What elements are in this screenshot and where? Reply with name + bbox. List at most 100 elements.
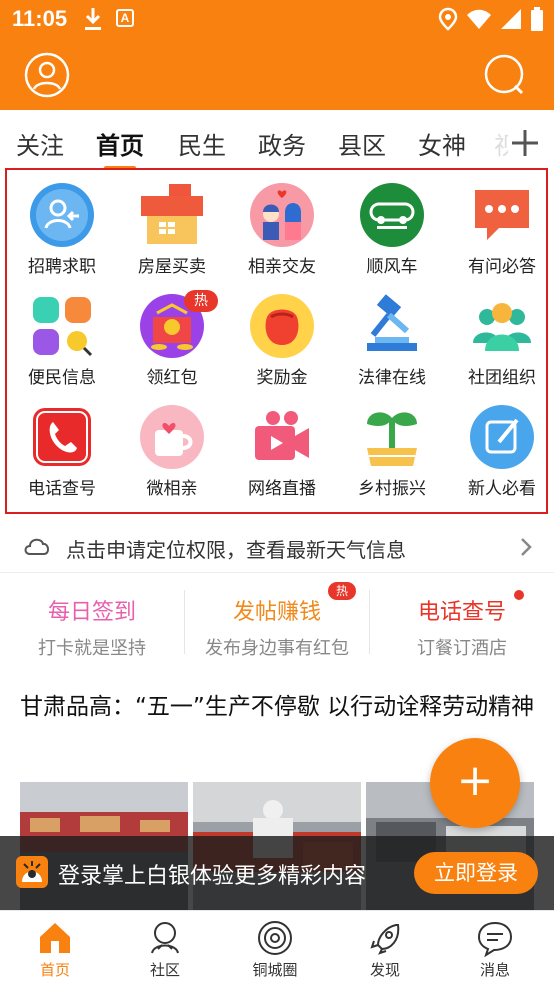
service-house[interactable]: 房屋买卖 [117, 170, 227, 280]
tab-livelihood[interactable]: 民生 [178, 126, 226, 161]
login-button[interactable]: 立即登录 [414, 852, 538, 894]
location-icon [438, 7, 458, 31]
circle-icon [258, 921, 292, 955]
couple-icon [250, 183, 314, 247]
service-phone-lookup[interactable]: 电话查号 [7, 392, 117, 502]
app-notification-icon: A [116, 9, 134, 27]
login-prompt-bar: 登录掌上白银体验更多精彩内容 立即登录 [0, 836, 554, 910]
service-bonus[interactable]: 奖励金 [227, 281, 337, 391]
cup-heart-icon [140, 405, 204, 469]
create-post-button[interactable]: + [430, 738, 520, 828]
tab-government[interactable]: 政务 [258, 126, 306, 161]
sprout-icon [367, 412, 417, 466]
nav-circle[interactable]: 铜城圈 [220, 911, 330, 984]
service-newbie[interactable]: 新人必看 [447, 392, 554, 502]
video-camera-icon [255, 411, 309, 460]
article-title[interactable]: 甘肃品高：“五一”生产不停歇 以行动诠释劳动精神 [20, 686, 536, 728]
search-icon[interactable] [482, 52, 528, 98]
service-info[interactable]: 便民信息 [7, 281, 117, 391]
group-icon [473, 303, 531, 351]
hot-badge: 热 [328, 582, 356, 600]
service-micro-dating[interactable]: 微相亲 [117, 392, 227, 502]
quick-action-checkin[interactable]: 每日签到 打卡就是坚持 [0, 584, 184, 664]
tab-goddess[interactable]: 女神 [418, 126, 466, 161]
community-icon [151, 922, 179, 954]
chat-bubble-icon [475, 190, 529, 240]
service-label: 奖励金 [256, 368, 308, 388]
status-time: 11:05 [12, 6, 68, 31]
service-rural[interactable]: 乡村振兴 [337, 392, 447, 502]
service-qa[interactable]: 有问必答 [447, 170, 554, 280]
nav-label: 社区 [149, 961, 180, 979]
nav-home[interactable]: 首页 [0, 911, 110, 984]
divider [0, 572, 554, 573]
home-icon [40, 923, 70, 953]
nav-messages[interactable]: 消息 [440, 911, 550, 984]
nav-label: 发现 [369, 961, 400, 979]
user-circle-icon[interactable] [24, 52, 70, 98]
service-label: 法律在线 [358, 368, 426, 388]
quick-action-title: 电话查号 [417, 600, 506, 625]
service-label: 微相亲 [146, 479, 198, 499]
nav-community[interactable]: 社区 [110, 911, 220, 984]
hot-badge: 热 [184, 290, 218, 312]
gavel-icon [367, 294, 417, 351]
plus-icon[interactable] [508, 126, 542, 160]
channel-tabs: 关注 首页 民生 政务 县区 女神 视 [0, 110, 554, 168]
service-label: 顺风车 [366, 257, 418, 277]
cloud-icon [24, 538, 49, 555]
house-icon [141, 184, 203, 244]
nav-label: 消息 [479, 961, 510, 979]
carpool-icon [360, 183, 424, 247]
bottom-nav: 首页 社区 铜城圈 发现 消息 [0, 910, 554, 984]
service-label: 相亲交友 [248, 257, 316, 277]
message-icon [477, 921, 513, 957]
service-label: 网络直播 [248, 479, 316, 499]
quick-action-subtitle: 发布身边事有红包 [205, 638, 349, 659]
money-bag-icon [250, 294, 314, 358]
nav-label: 首页 [39, 961, 70, 979]
notification-dot [514, 590, 524, 600]
quick-action-subtitle: 订餐订酒店 [417, 638, 507, 659]
tab-county[interactable]: 县区 [338, 126, 386, 161]
signal-icon [501, 9, 521, 29]
service-label: 房屋买卖 [138, 257, 206, 277]
status-right-icons [438, 6, 544, 32]
edit-note-icon [470, 405, 534, 469]
service-label: 社团组织 [468, 368, 536, 388]
battery-icon [531, 7, 543, 31]
recruit-icon [30, 183, 94, 247]
status-bar: 11:05 A [0, 0, 554, 38]
quick-actions: 每日签到 打卡就是坚持 发帖赚钱 发布身边事有红包 电话查号 订餐订酒店 [0, 584, 554, 664]
quick-action-title: 每日签到 [47, 600, 136, 625]
service-label: 领红包 [146, 368, 198, 388]
service-live[interactable]: 网络直播 [227, 392, 337, 502]
app-logo-icon [16, 856, 48, 888]
chevron-right-icon [521, 538, 532, 556]
service-carpool[interactable]: 顺风车 [337, 170, 447, 280]
top-bar: 11:05 A [0, 0, 554, 110]
weather-text: 点击申请定位权限，查看最新天气信息 [66, 538, 406, 562]
weather-prompt[interactable]: 点击申请定位权限，查看最新天气信息 [0, 524, 554, 570]
service-label: 乡村振兴 [358, 479, 426, 499]
service-recruit[interactable]: 招聘求职 [7, 170, 117, 280]
quick-action-subtitle: 打卡就是坚持 [38, 638, 146, 659]
service-groups[interactable]: 社团组织 [447, 281, 554, 391]
tab-follow[interactable]: 关注 [16, 126, 64, 161]
service-law[interactable]: 法律在线 [337, 281, 447, 391]
download-icon [85, 8, 101, 30]
blocks-search-icon [33, 297, 93, 357]
nav-discover[interactable]: 发现 [330, 911, 440, 984]
quick-action-phone[interactable]: 电话查号 订餐订酒店 [370, 584, 554, 664]
tab-video[interactable]: 视 [494, 126, 508, 161]
nav-label: 铜城圈 [252, 961, 298, 979]
service-label: 招聘求职 [28, 257, 96, 277]
service-label: 便民信息 [28, 368, 96, 388]
service-dating[interactable]: 相亲交友 [227, 170, 337, 280]
rocket-icon [370, 924, 400, 955]
phone-icon [33, 408, 91, 466]
tab-home[interactable]: 首页 [96, 126, 144, 161]
service-label: 有问必答 [468, 257, 536, 277]
service-label: 电话查号 [28, 479, 96, 499]
login-prompt-text: 登录掌上白银体验更多精彩内容 [58, 864, 367, 889]
